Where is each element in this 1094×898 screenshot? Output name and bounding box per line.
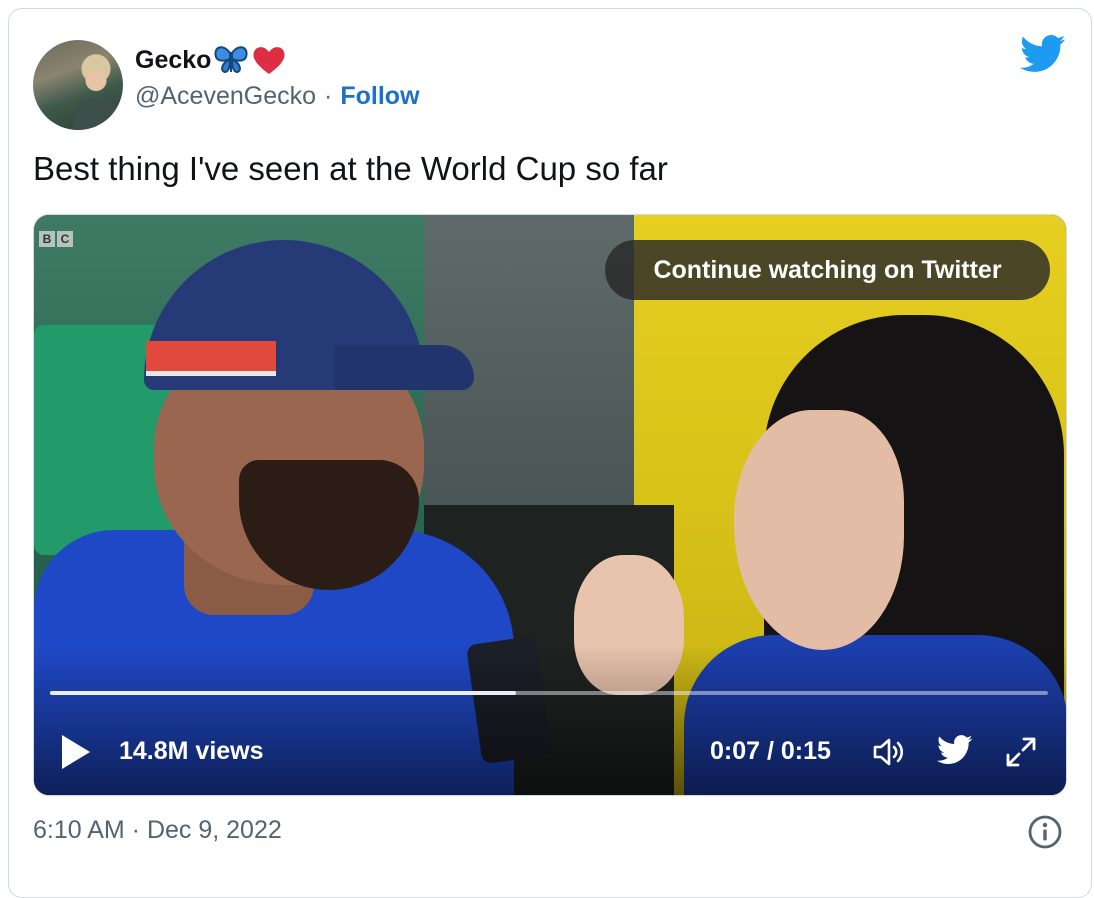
fullscreen-icon[interactable] <box>1002 733 1040 771</box>
user-handle[interactable]: @AcevenGecko <box>135 82 316 111</box>
red-heart-emoji-icon <box>253 47 285 74</box>
video-frame-cap-brim <box>334 345 474 390</box>
volume-icon[interactable] <box>872 735 908 769</box>
broadcaster-letter: C <box>57 231 73 247</box>
twitter-bird-icon[interactable] <box>1020 34 1066 74</box>
display-name[interactable]: Gecko <box>135 46 211 75</box>
video-frame-cap-band <box>146 341 276 376</box>
progress-fill <box>50 691 517 695</box>
twitter-small-icon[interactable] <box>937 735 973 765</box>
play-icon[interactable] <box>62 735 90 769</box>
progress-bar[interactable] <box>50 691 1048 695</box>
controls-gradient <box>34 645 1066 795</box>
tweet-text: Best thing I've seen at the World Cup so… <box>33 150 668 187</box>
avatar[interactable] <box>33 40 123 130</box>
separator-dot: · <box>324 82 333 110</box>
follow-button[interactable]: Follow <box>340 82 419 111</box>
name-row: Gecko <box>135 44 287 76</box>
view-count: 14.8M views <box>119 737 264 765</box>
broadcaster-logo: B C <box>39 231 73 247</box>
time-display: 0:07 / 0:15 <box>710 737 831 765</box>
continue-watching-button[interactable]: Continue watching on Twitter <box>605 240 1050 300</box>
info-icon[interactable] <box>1027 814 1063 850</box>
tweet-timestamp[interactable]: 6:10 AM · Dec 9, 2022 <box>33 816 282 845</box>
broadcaster-letter: B <box>39 231 55 247</box>
butterfly-emoji-icon <box>214 46 248 74</box>
video-player[interactable]: B C Continue watching on Twitter 14.8M v… <box>33 214 1067 796</box>
handle-row: @AcevenGecko · Follow <box>135 82 420 111</box>
